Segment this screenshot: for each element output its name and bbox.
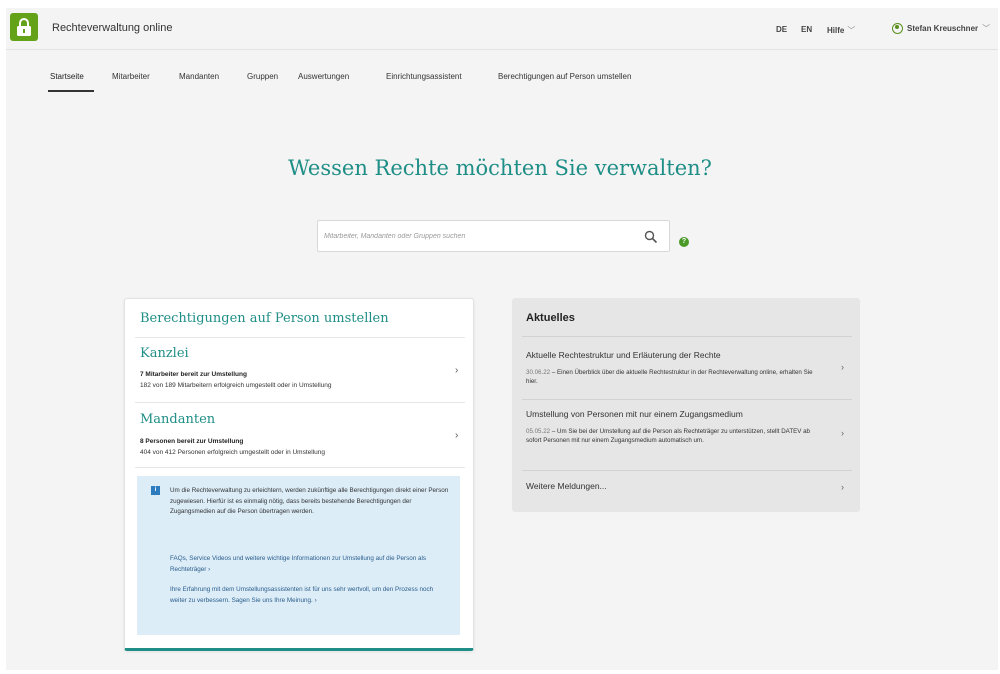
main-nav: Startseite Mitarbeiter Mandanten Gruppen… [6,50,998,96]
chevron-right-icon: › [455,430,459,441]
faq-link[interactable]: FAQs, Service Videos und weitere wichtig… [170,554,440,575]
search-icon[interactable] [644,230,658,244]
divider [135,402,465,403]
help-label: Hilfe [827,26,845,35]
nav-item-auswertungen[interactable]: Auswertungen [298,72,349,81]
language-de-link[interactable]: DE [776,25,787,34]
mandanten-ready-count: 8 Personen bereit zur Umstellung [140,438,244,445]
news-card-title: Aktuelles [526,312,575,324]
nav-item-gruppen[interactable]: Gruppen [247,72,278,81]
divider [522,399,852,400]
divider [135,337,465,338]
nav-item-mitarbeiter[interactable]: Mitarbeiter [112,72,150,81]
kanzlei-progress: 182 von 189 Mitarbeitern erfolgreich umg… [140,382,332,389]
news-item-title: Aktuelle Rechtestruktur und Erläuterung … [526,350,721,360]
padlock-icon[interactable] [10,13,38,41]
news-card: Aktuelles Aktuelle Rechtestruktur und Er… [512,298,860,512]
kanzlei-title: Kanzlei [140,346,189,361]
more-news-label: Weitere Meldungen... [526,481,607,491]
news-item-date: 30.06.22 [526,369,551,376]
user-icon [892,23,903,34]
search-input[interactable] [324,221,634,251]
nav-item-mandanten[interactable]: Mandanten [179,72,219,81]
permissions-card-title: Berechtigungen auf Person umstellen [140,311,389,326]
info-icon: i [151,486,160,495]
active-tab-indicator [48,90,94,92]
user-name: Stefan Kreuschner [907,24,979,33]
chevron-down-icon: ﹀ [847,26,856,35]
news-item-body: 05.05.22 – Um Sie bei der Umstellung auf… [526,427,816,445]
language-en-link[interactable]: EN [801,25,812,34]
chevron-right-icon: › [314,596,317,604]
news-item-text: – Um Sie bei der Umstellung auf die Pers… [526,428,810,444]
user-menu[interactable]: Stefan Kreuschner ﹀ [892,23,990,34]
feedback-link[interactable]: Ihre Erfahrung mit dem Umstellungsassist… [170,585,440,606]
permissions-card: Berechtigungen auf Person umstellen Kanz… [124,298,474,651]
page-headline: Wessen Rechte möchten Sie verwalten? [288,156,712,180]
mandanten-title: Mandanten [140,412,216,427]
divider [522,470,852,471]
kanzlei-ready-count: 7 Mitarbeiter bereit zur Umstellung [140,371,247,378]
help-question-icon[interactable]: ? [679,237,689,247]
info-box: i Um die Rechteverwaltung zu erleichtern… [137,476,460,635]
mandanten-progress: 404 von 412 Personen erfolgreich umgeste… [140,449,325,456]
news-item-title: Umstellung von Personen mit nur einem Zu… [526,409,743,419]
chevron-right-icon: › [455,365,459,376]
app-title: Rechteverwaltung online [52,22,173,34]
news-item-date: 05.05.22 [526,428,551,435]
news-item-body: 30.06.22 – Einen Überblick über die aktu… [526,368,816,386]
nav-item-berechtigungen[interactable]: Berechtigungen auf Person umstellen [498,72,631,81]
top-bar: Rechteverwaltung online DE EN Hilfe ﹀ Ste… [6,8,998,50]
news-item-text: – Einen Überblick über die aktuelle Rech… [526,369,813,385]
nav-item-startseite[interactable]: Startseite [50,72,84,81]
help-menu[interactable]: Hilfe ﹀ [827,25,855,36]
chevron-down-icon: ﹀ [982,24,991,33]
info-text: Um die Rechteverwaltung zu erleichtern, … [170,487,449,515]
divider [135,467,465,468]
chevron-right-icon: › [841,428,844,438]
divider [522,336,852,337]
chevron-right-icon: › [841,362,844,372]
nav-item-einrichtungsassistent[interactable]: Einrichtungsassistent [386,72,462,81]
chevron-right-icon: › [208,565,211,573]
feedback-link-label: Ihre Erfahrung mit dem Umstellungsassist… [170,586,434,604]
search-box [317,220,670,252]
chevron-right-icon: › [841,482,844,492]
